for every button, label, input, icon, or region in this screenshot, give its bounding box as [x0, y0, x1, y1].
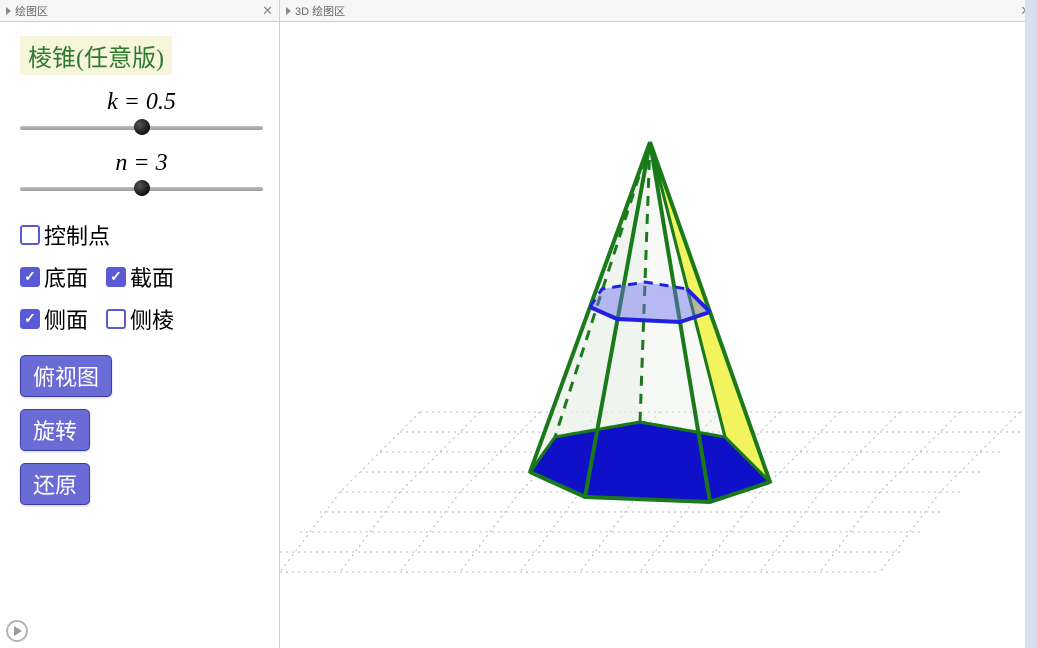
check-label: 侧棱: [130, 303, 174, 335]
checkbox-icon: [20, 267, 40, 287]
slider-k-label: k = 0.5: [20, 89, 263, 116]
sidebar: 绘图区 ✕ 棱锥(任意版) k = 0.5 n = 3: [0, 0, 280, 648]
play-button[interactable]: [6, 620, 28, 642]
slider-k[interactable]: [20, 120, 263, 136]
check-base[interactable]: 底面: [20, 261, 88, 293]
check-control-points[interactable]: 控制点: [20, 219, 110, 251]
title-badge: 棱锥(任意版): [20, 36, 172, 75]
check-side-edge[interactable]: 侧棱: [106, 303, 174, 335]
sidebar-header: 绘图区 ✕: [0, 0, 279, 22]
checkbox-icon: [20, 225, 40, 245]
check-section[interactable]: 截面: [106, 261, 174, 293]
checkbox-block: 控制点 底面 截面 侧面: [20, 219, 263, 335]
main-view: 3D 绘图区 ✕: [280, 0, 1037, 648]
check-label: 控制点: [44, 219, 110, 251]
check-label: 截面: [130, 261, 174, 293]
checkbox-icon: [20, 309, 40, 329]
pyramid-svg: [280, 22, 1037, 648]
slider-n-label: n = 3: [20, 150, 263, 177]
sidebar-body: 棱锥(任意版) k = 0.5 n = 3 控制点: [0, 22, 279, 648]
expand-icon[interactable]: [6, 7, 11, 15]
checkbox-icon: [106, 309, 126, 329]
slider-n[interactable]: [20, 181, 263, 197]
main-header-label: 3D 绘图区: [295, 3, 345, 19]
checkbox-icon: [106, 267, 126, 287]
close-icon[interactable]: ✕: [262, 3, 273, 19]
top-view-button[interactable]: 俯视图: [20, 355, 112, 397]
check-side-face[interactable]: 侧面: [20, 303, 88, 335]
slider-n-thumb[interactable]: [134, 180, 150, 196]
rotate-button[interactable]: 旋转: [20, 409, 90, 451]
reset-button[interactable]: 还原: [20, 463, 90, 505]
view-3d[interactable]: [280, 22, 1037, 648]
main-header: 3D 绘图区 ✕: [280, 0, 1037, 22]
expand-icon[interactable]: [286, 7, 291, 15]
check-label: 侧面: [44, 303, 88, 335]
slider-k-thumb[interactable]: [134, 119, 150, 135]
check-label: 底面: [44, 261, 88, 293]
button-stack: 俯视图 旋转 还原: [20, 355, 263, 505]
sidebar-header-label: 绘图区: [15, 3, 48, 19]
scrollbar-right[interactable]: [1025, 0, 1037, 648]
